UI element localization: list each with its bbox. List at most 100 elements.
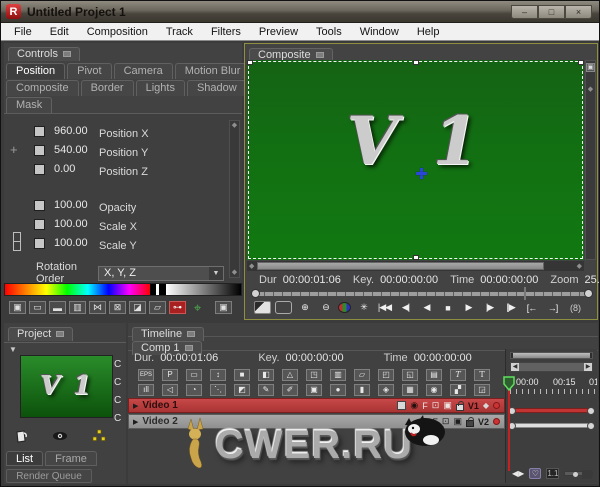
tab-composite[interactable]: Composite	[6, 80, 79, 96]
perspective-box-icon[interactable]: ▱	[149, 301, 166, 314]
grayscale-gradient[interactable]	[166, 284, 241, 295]
effects-icon[interactable]: F	[422, 401, 428, 411]
tab-camera[interactable]: Camera	[114, 63, 173, 79]
folder-export-icon[interactable]: ◱	[402, 369, 418, 381]
tab-project[interactable]: Project	[8, 327, 73, 341]
speaker-icon[interactable]: ◁	[162, 384, 178, 396]
menu-track[interactable]: Track	[157, 26, 202, 38]
image-flag-icon[interactable]	[254, 301, 271, 314]
anchor-point-icon[interactable]: ↕	[210, 369, 226, 381]
anchor-point-icon[interactable]	[416, 168, 427, 179]
play-to-end-button[interactable]: ||▶	[502, 301, 519, 314]
menu-file[interactable]: File	[5, 26, 41, 38]
minimize-button[interactable]: –	[511, 5, 538, 19]
track-name[interactable]: Video 1	[142, 400, 177, 411]
param-value[interactable]: 0.00	[54, 162, 99, 175]
menu-edit[interactable]: Edit	[41, 26, 78, 38]
viewport-vscrollbar[interactable]: ▣ ◆	[585, 60, 596, 260]
timeline-zoom-slider[interactable]	[564, 471, 593, 476]
video-1-duration-bar[interactable]	[511, 408, 592, 413]
anchor-icon[interactable]	[92, 429, 106, 449]
timeline-zoom-bar[interactable]	[510, 352, 593, 359]
monitor-icon[interactable]: ⊡	[442, 416, 450, 427]
panel-menu-button[interactable]	[187, 331, 195, 337]
selection-handle[interactable]	[578, 60, 584, 65]
matte-icon[interactable]: ◩	[234, 384, 250, 396]
menu-tools[interactable]: Tools	[307, 26, 351, 38]
selection-grid-icon[interactable]: ▣	[9, 301, 26, 314]
timeline-range-bar[interactable]: ◀ ▶	[510, 362, 593, 372]
keyframe-handle[interactable]	[587, 407, 595, 415]
keyframe-checkbox[interactable]	[34, 219, 45, 230]
track-label[interactable]: V1	[468, 401, 479, 411]
project-list-item[interactable]: C	[114, 377, 126, 388]
keyframe-key-icon[interactable]: ⊶	[169, 301, 186, 314]
motion-blur-icon[interactable]: ▣	[443, 400, 452, 411]
project-thumbnail[interactable]: V 1	[20, 355, 113, 418]
columns-icon[interactable]: ▥	[330, 369, 346, 381]
rounded-rect-icon[interactable]: ▭	[186, 369, 202, 381]
lock-icon[interactable]	[456, 404, 464, 411]
sphere-icon[interactable]: ●	[330, 384, 346, 396]
selection-handle[interactable]	[247, 60, 253, 65]
gradient-cursor[interactable]	[150, 284, 166, 295]
open-folder-icon[interactable]: ▱	[354, 369, 370, 381]
scroll-right-icon[interactable]: ◆	[577, 263, 582, 270]
param-value[interactable]: 100.00	[54, 217, 99, 230]
keyframe-checkbox[interactable]	[34, 200, 45, 211]
pages-icon[interactable]: ▤	[426, 369, 442, 381]
rotation-order-select[interactable]: X, Y, Z ▼	[98, 266, 224, 281]
keyframe-nav-icon[interactable]: ◀▶	[512, 468, 524, 479]
effects-icon[interactable]: F	[432, 417, 438, 427]
split-view-icon[interactable]: ▥	[69, 301, 86, 314]
keyframe-diamond-icon[interactable]: ◆	[483, 401, 489, 410]
keyframe-checkbox[interactable]	[34, 164, 45, 175]
text-box-icon[interactable]: T	[474, 369, 490, 381]
tab-controls[interactable]: Controls	[8, 47, 80, 61]
color-wheel-icon[interactable]: ◔	[186, 384, 202, 396]
menu-preview[interactable]: Preview	[250, 26, 307, 38]
tab-frame[interactable]: Frame	[45, 451, 97, 466]
view-options-button[interactable]: ▣	[586, 63, 595, 72]
zoom-out-icon[interactable]: ⊖	[317, 301, 334, 314]
eye-icon[interactable]: ◉	[410, 400, 418, 411]
tab-lights[interactable]: Lights	[136, 80, 185, 96]
scale-link-icon[interactable]	[13, 232, 20, 250]
param-value[interactable]: 100.00	[54, 198, 99, 211]
render-quality-icon[interactable]: ✳	[355, 301, 372, 314]
diamond-icon[interactable]: ◈	[378, 384, 394, 396]
gradient-layer-icon[interactable]: ◧	[258, 369, 274, 381]
dark-sphere-icon[interactable]: ◉	[426, 384, 442, 396]
eye-icon[interactable]	[52, 429, 68, 449]
viewport-hscrollbar[interactable]: ◆ ◆	[247, 261, 584, 271]
rainbow-gradient[interactable]	[5, 284, 150, 295]
set-in-point-button[interactable]: [←	[523, 301, 540, 314]
tab-border[interactable]: Border	[81, 80, 134, 96]
set-out-point-button[interactable]: →]	[544, 301, 561, 314]
cylinder-icon[interactable]: ▮	[354, 384, 370, 396]
track-label[interactable]: V2	[478, 417, 489, 427]
panel-menu-button[interactable]	[185, 345, 193, 351]
param-value[interactable]: 540.00	[54, 143, 99, 156]
render-queue-button[interactable]: Render Queue	[6, 469, 92, 483]
expand-icon[interactable]: ▶	[133, 418, 138, 426]
skew-icon[interactable]: ◪	[129, 301, 146, 314]
video-2-duration-bar[interactable]	[511, 423, 592, 428]
loop-button[interactable]: (8)	[567, 301, 584, 314]
keyframe-dot-icon[interactable]	[493, 402, 500, 409]
rgb-channels-icon[interactable]	[338, 302, 351, 313]
tab-motion-blur[interactable]: Motion Blur	[175, 63, 251, 79]
menu-help[interactable]: Help	[408, 26, 449, 38]
solid-layer-icon[interactable]: ■	[234, 369, 250, 381]
next-frame-button[interactable]: |▶	[481, 301, 498, 314]
track-video-2[interactable]: ▶ Video 2 ◉F⊡▣V2	[128, 414, 505, 429]
selection-handle[interactable]	[413, 60, 419, 65]
keyframe-checkbox[interactable]	[34, 238, 45, 249]
param-value[interactable]: 100.00	[54, 236, 99, 249]
checkbox-icon[interactable]: ▣	[215, 301, 232, 314]
scroll-left-icon[interactable]: ◆	[249, 263, 254, 270]
monitor-icon[interactable]: ⊡	[432, 400, 440, 411]
panel-menu-button[interactable]	[316, 52, 324, 58]
expand-icon[interactable]: ▶	[133, 402, 138, 410]
eye-icon[interactable]: ◉	[421, 416, 429, 427]
